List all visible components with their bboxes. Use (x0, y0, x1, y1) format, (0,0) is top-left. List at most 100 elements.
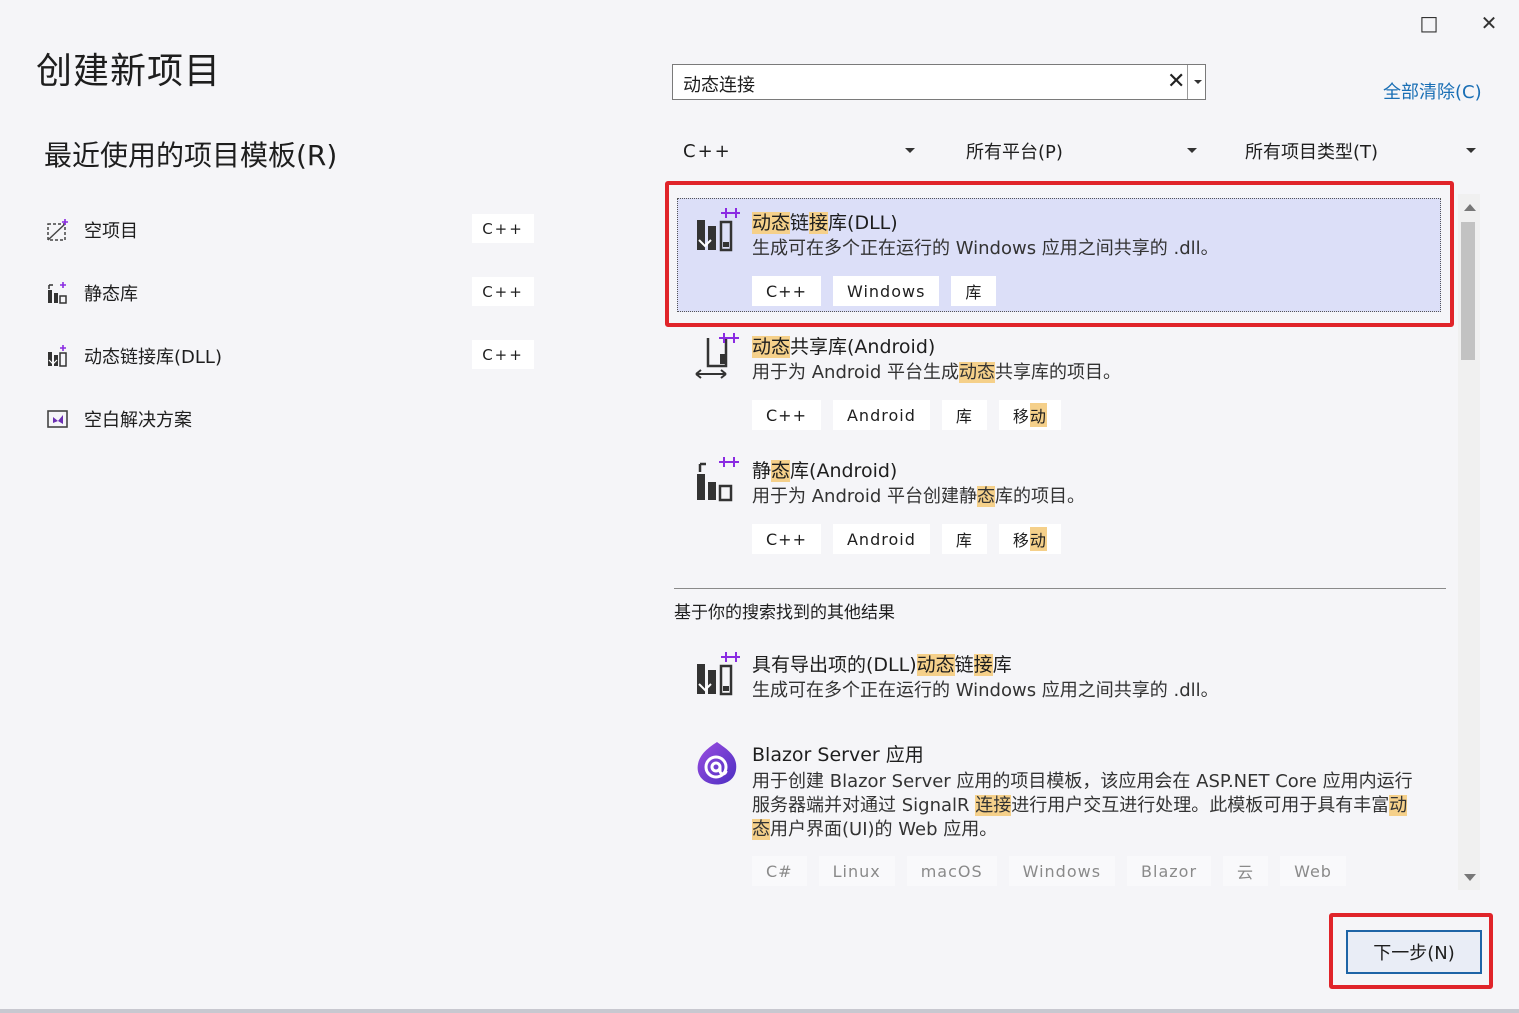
template-tag: Blazor (1127, 856, 1212, 886)
template-tag: Windows (832, 276, 940, 306)
template-tag: 移动 (998, 524, 1061, 554)
tag-text: 移 (1012, 531, 1030, 550)
template-tag: 库 (941, 400, 987, 430)
search-match-highlight: 态 (977, 486, 996, 507)
clear-all-link[interactable]: 全部清除(C) (1383, 78, 1482, 104)
text-fragment: 库 (992, 654, 1012, 676)
shared-library-icon (695, 333, 739, 379)
text-fragment: 生成可在多个正在运行的 Windows 应用之间共享的 .dll。 (752, 238, 1219, 259)
template-tags: C++ Android 库 移动 (752, 400, 1061, 430)
template-card-android-shared-lib[interactable]: 动态共享库(Android) 用于为 Android 平台生成动态共享库的项目。… (672, 322, 1448, 442)
template-tag: C++ (752, 524, 821, 554)
search-match-highlight: 连接 (975, 795, 1012, 816)
search-match-highlight: 动 (1029, 403, 1047, 427)
template-tag: Android (832, 524, 930, 554)
search-match-highlight: 动态 (959, 362, 996, 383)
dll-icon (697, 652, 740, 696)
template-tag: C# (752, 856, 807, 886)
project-type-filter-value: 所有项目类型(T) (1245, 142, 1379, 163)
text-fragment: 进行用户交互进行处理。此模板可用于具有丰富 (1011, 795, 1390, 816)
template-description: 用于为 Android 平台生成动态共享库的项目。 (752, 361, 1422, 385)
search-box[interactable]: 动态连接 ✕ (672, 64, 1206, 100)
text-fragment: 具有导出项的(DLL) (752, 654, 917, 676)
template-card-dll-with-exports[interactable]: 具有导出项的(DLL)动态链接库 生成可在多个正在运行的 Windows 应用之… (672, 640, 1448, 720)
language-filter-dropdown[interactable]: C++ (683, 136, 919, 166)
text-fragment: 共享库(Android) (790, 336, 936, 358)
template-tag: macOS (906, 856, 997, 886)
platform-filter-value: 所有平台(P) (966, 142, 1063, 163)
search-match-highlight: 接 (809, 212, 829, 234)
template-tag: Windows (1008, 856, 1116, 886)
recent-item-empty-project[interactable]: 空项目 C++ (44, 198, 544, 261)
text-fragment: 库(DLL) (828, 212, 898, 234)
recent-item-blank-solution[interactable]: 空白解决方案 (44, 387, 544, 450)
template-title: 静态库(Android) (752, 456, 897, 483)
search-input[interactable]: 动态连接 (683, 71, 755, 97)
recent-item-label: 静态库 (84, 283, 138, 305)
text-fragment: 链 (790, 212, 810, 234)
static-library-icon (48, 281, 67, 304)
tag-text: 移 (1012, 407, 1030, 426)
tag-text: C++ (766, 281, 807, 301)
close-icon[interactable]: ✕ (1474, 8, 1504, 38)
template-tag: 库 (941, 524, 987, 554)
chevron-down-icon (1193, 80, 1202, 84)
platform-filter-dropdown[interactable]: 所有平台(P) (966, 136, 1202, 166)
blazor-icon (697, 742, 737, 785)
recent-item-dll[interactable]: 动态链接库(DLL) C++ (44, 324, 544, 387)
maximize-icon[interactable]: □ (1414, 8, 1444, 38)
template-title: 动态链接库(DLL) (752, 208, 898, 235)
recent-item-label: 空项目 (84, 220, 138, 242)
tag-text: C++ (766, 529, 807, 549)
template-description: 用于创建 Blazor Server 应用的项目模板，该应用会在 ASP.NET… (752, 770, 1422, 842)
blank-solution-icon (47, 409, 68, 428)
next-button[interactable]: 下一步(N) (1346, 930, 1482, 974)
template-tags: C++ Android 库 移动 (752, 524, 1061, 554)
static-library-icon (697, 457, 739, 502)
search-match-highlight: 动态 (916, 654, 955, 676)
search-history-dropdown[interactable] (1187, 65, 1207, 99)
scroll-thumb[interactable] (1461, 222, 1475, 360)
recent-item-static-library[interactable]: 静态库 C++ (44, 261, 544, 324)
scroll-down-arrow-icon[interactable] (1464, 874, 1476, 881)
scroll-up-arrow-icon[interactable] (1464, 204, 1476, 211)
text-fragment: 库的项目。 (995, 486, 1086, 507)
tag-text: 库 (955, 407, 973, 426)
tag-text: Windows (1022, 861, 1102, 881)
text-fragment: 生成可在多个正在运行的 Windows 应用之间共享的 .dll。 (752, 680, 1219, 701)
template-card-dll[interactable]: 动态链接库(DLL) 生成可在多个正在运行的 Windows 应用之间共享的 .… (672, 188, 1448, 318)
template-tag: Android (832, 400, 930, 430)
template-results-list: 动态链接库(DLL) 生成可在多个正在运行的 Windows 应用之间共享的 .… (672, 188, 1462, 892)
template-tag: Web (1280, 856, 1346, 886)
recent-item-label: 空白解决方案 (84, 409, 192, 431)
empty-project-icon (47, 218, 68, 241)
text-fragment: 用户界面(UI)的 Web 应用。 (770, 819, 998, 840)
tag-text: macOS (920, 861, 983, 881)
template-card-android-static-lib[interactable]: 静态库(Android) 用于为 Android 平台创建静态库的项目。 C++… (672, 446, 1448, 566)
text-fragment: 链 (954, 654, 974, 676)
search-match-highlight: 接 (973, 654, 993, 676)
template-tag: 云 (1223, 856, 1269, 886)
project-type-filter-dropdown[interactable]: 所有项目类型(T) (1245, 136, 1481, 166)
text-fragment: 用于为 Android 平台创建静 (752, 486, 978, 507)
language-tag: C++ (472, 214, 534, 243)
template-title: 动态共享库(Android) (752, 332, 935, 359)
create-project-window: □ ✕ 创建新项目 最近使用的项目模板(R) 空项目 C++ 静态库 C++ 动… (0, 0, 1519, 1013)
language-tag: C++ (472, 340, 534, 369)
tag-text: Blazor (1141, 861, 1198, 881)
recent-templates-title: 最近使用的项目模板(R) (44, 139, 338, 172)
template-card-blazor-server[interactable]: Blazor Server 应用 用于创建 Blazor Server 应用的项… (672, 730, 1448, 892)
chevron-down-icon (1466, 148, 1476, 153)
template-tags: C++ Windows 库 (752, 276, 997, 306)
search-match-highlight: 动态 (752, 336, 791, 358)
tag-text: 库 (955, 531, 973, 550)
clear-search-icon[interactable]: ✕ (1167, 69, 1185, 94)
template-tag: C++ (752, 400, 821, 430)
template-tags: C# Linux macOS Windows Blazor 云 Web (752, 856, 1346, 886)
text-fragment: 共享库的项目。 (995, 362, 1122, 383)
results-scrollbar[interactable] (1458, 194, 1480, 890)
page-title: 创建新项目 (36, 51, 222, 92)
tag-text: Web (1294, 861, 1332, 881)
dll-icon (697, 208, 740, 252)
template-description: 生成可在多个正在运行的 Windows 应用之间共享的 .dll。 (752, 679, 1422, 703)
